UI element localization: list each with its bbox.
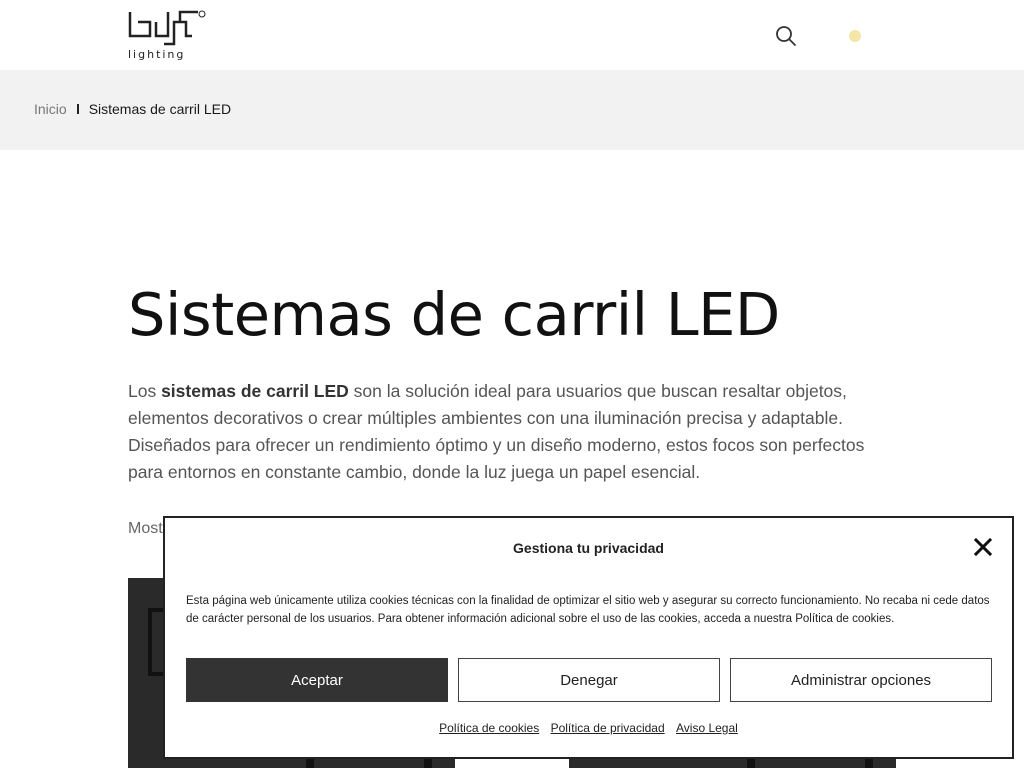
accept-cookies-button[interactable]: Aceptar	[186, 658, 448, 702]
cookie-modal-text: Esta página web únicamente utiliza cooki…	[186, 595, 990, 625]
manage-options-button[interactable]: Administrar opciones	[730, 658, 992, 702]
breadcrumb-current: Sistemas de carril LED	[88, 101, 232, 117]
breadcrumb-bar: Inicio Sistemas de carril LED	[0, 70, 1024, 150]
results-count: Most	[128, 520, 163, 537]
search-icon[interactable]	[774, 24, 798, 48]
logo-subtext: lighting	[128, 48, 186, 61]
cookie-policy-links: Política de cookies Política de privacid…	[165, 721, 1012, 735]
privacy-policy-link[interactable]: Política de privacidad	[551, 721, 665, 735]
deny-cookies-button[interactable]: Denegar	[458, 658, 720, 702]
breadcrumb-separator	[76, 104, 79, 114]
category-description: Los sistemas de carril LED son la soluci…	[128, 378, 898, 486]
cookie-policy-link[interactable]: Política de cookies	[439, 721, 539, 735]
breadcrumb: Inicio Sistemas de carril LED	[34, 101, 231, 117]
cart-indicator-dot[interactable]	[849, 30, 861, 42]
intro-prefix: Los	[128, 381, 162, 401]
logo-mark-icon	[128, 10, 206, 46]
brand-logo[interactable]: lighting	[128, 10, 208, 62]
site-header: lighting	[0, 0, 1024, 70]
intro-strong: sistemas de carril LED	[161, 381, 349, 401]
breadcrumb-home-link[interactable]: Inicio	[34, 101, 67, 117]
cookie-consent-modal: Gestiona tu privacidad Esta página web ú…	[163, 516, 1014, 759]
close-icon[interactable]	[974, 538, 992, 556]
page-title: Sistemas de carril LED	[128, 280, 780, 349]
cookie-modal-title: Gestiona tu privacidad	[513, 540, 664, 556]
legal-notice-link[interactable]: Aviso Legal	[676, 721, 738, 735]
